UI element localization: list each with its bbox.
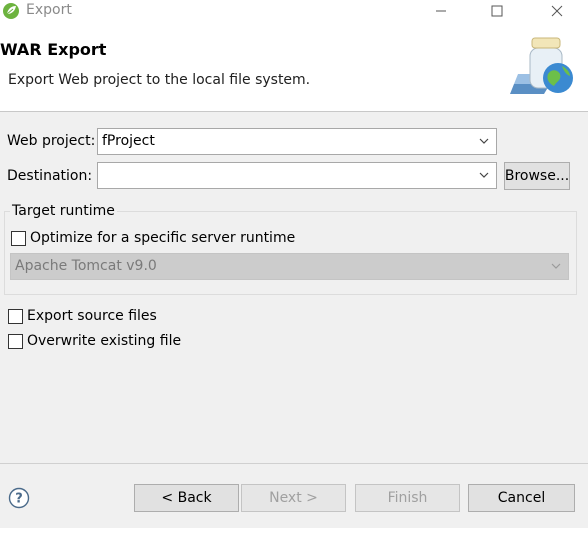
back-button[interactable]: < Back bbox=[134, 484, 239, 512]
runtime-value: Apache Tomcat v9.0 bbox=[15, 258, 157, 274]
optimize-runtime-label: Optimize for a specific server runtime bbox=[30, 230, 296, 246]
page-title: WAR Export bbox=[0, 40, 107, 59]
chevron-down-icon bbox=[551, 263, 561, 269]
export-source-label: Export source files bbox=[27, 308, 157, 324]
close-button[interactable] bbox=[534, 0, 580, 22]
window-title: Export bbox=[26, 2, 72, 18]
next-button: Next > bbox=[241, 484, 346, 512]
maximize-button[interactable] bbox=[474, 0, 520, 22]
wizard-banner: WAR Export Export Web project to the loc… bbox=[0, 22, 588, 112]
export-source-checkbox[interactable] bbox=[8, 309, 23, 324]
title-bar: Export bbox=[0, 0, 588, 22]
export-dialog: Export WAR Export Export Web project to … bbox=[0, 0, 588, 534]
war-jar-globe-icon bbox=[510, 37, 573, 94]
minimize-button[interactable] bbox=[418, 0, 464, 22]
cancel-button[interactable]: Cancel bbox=[468, 484, 575, 512]
target-runtime-label: Target runtime bbox=[10, 203, 117, 219]
spring-leaf-icon bbox=[3, 3, 19, 19]
close-icon bbox=[551, 5, 563, 17]
maximize-icon bbox=[491, 5, 503, 17]
help-icon[interactable]: ? bbox=[8, 487, 30, 509]
page-description: Export Web project to the local file sys… bbox=[8, 72, 311, 88]
web-project-label: Web project: bbox=[7, 133, 96, 149]
web-project-combo[interactable]: fProject bbox=[97, 128, 497, 155]
chevron-down-icon bbox=[479, 138, 489, 144]
web-project-value: fProject bbox=[102, 133, 155, 149]
optimize-runtime-checkbox[interactable] bbox=[11, 231, 26, 246]
finish-button: Finish bbox=[355, 484, 460, 512]
browse-button[interactable]: Browse... bbox=[504, 162, 570, 190]
overwrite-checkbox[interactable] bbox=[8, 334, 23, 349]
destination-label: Destination: bbox=[7, 168, 93, 184]
minimize-icon bbox=[436, 10, 446, 12]
footer-divider bbox=[0, 463, 588, 464]
chevron-down-icon bbox=[479, 172, 489, 178]
svg-text:?: ? bbox=[15, 492, 23, 507]
destination-combo[interactable] bbox=[97, 162, 497, 189]
runtime-combo: Apache Tomcat v9.0 bbox=[10, 253, 569, 280]
background-window-edge bbox=[0, 528, 588, 534]
overwrite-label: Overwrite existing file bbox=[27, 333, 182, 349]
